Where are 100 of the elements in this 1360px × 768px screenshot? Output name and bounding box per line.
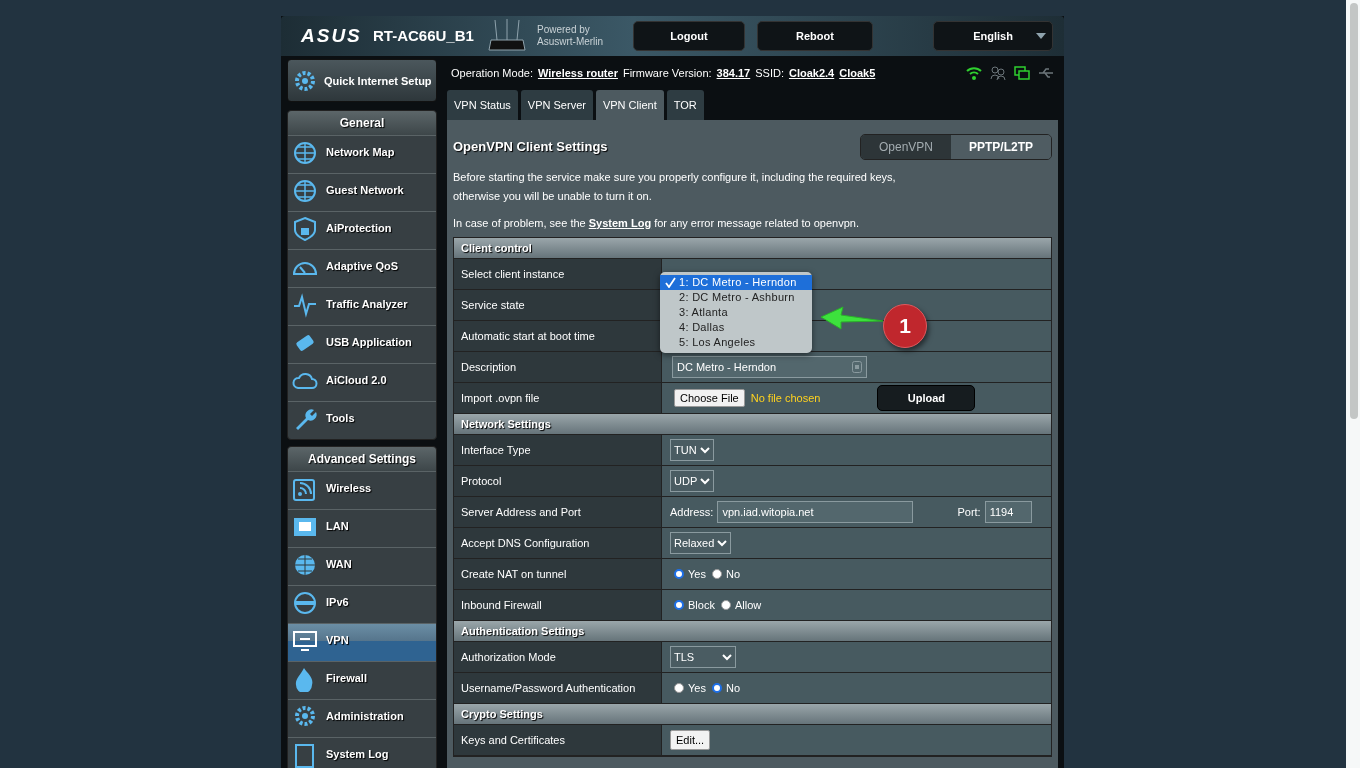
info-link[interactable]: Cloak5	[839, 64, 876, 82]
dropdown[interactable]: Relaxed	[670, 532, 732, 554]
dropdown[interactable]: TUN	[670, 439, 714, 461]
sidebar-item[interactable]: Administration	[288, 699, 436, 737]
section-title: Advanced Settings	[288, 447, 436, 471]
sidebar-item[interactable]: Traffic Analyzer	[288, 287, 436, 325]
sidebar-item[interactable]: VPN	[288, 623, 436, 661]
field-label: Description	[454, 352, 662, 382]
radio-button[interactable]	[711, 569, 722, 579]
info-label: SSID:	[755, 65, 784, 81]
field-label: Create NAT on tunnel	[454, 559, 662, 589]
radio-button[interactable]	[674, 600, 684, 610]
field-label: Inbound Firewall	[454, 590, 662, 620]
edit-button[interactable]: Edit...	[670, 730, 711, 750]
powered-by-text: Powered by	[537, 24, 591, 36]
quick-setup-button[interactable]: Quick Internet Setup	[287, 59, 437, 102]
monitor-icon	[292, 628, 318, 654]
port-field[interactable]: 1194	[984, 501, 1032, 523]
info-link[interactable]: 384.17	[716, 64, 751, 82]
usb-icon	[1038, 66, 1054, 80]
radio-button[interactable]	[674, 569, 684, 579]
field-label: Protocol	[454, 466, 662, 496]
mode-toggle[interactable]: OpenVPN	[860, 135, 951, 159]
choose-file-button[interactable]: Choose File	[674, 389, 745, 407]
reboot-button[interactable]: Reboot	[757, 21, 873, 51]
intro-text: Before starting the service make sure you properly configure it, including the required keys,	[453, 170, 897, 185]
menu-option[interactable]: 2: DC Metro - Ashburn	[660, 290, 812, 305]
logout-button[interactable]: Logout	[633, 21, 745, 51]
wireless-icon	[292, 476, 318, 502]
model-name: RT-AC66U_B1	[373, 25, 475, 46]
field-label: Automatic start at boot time	[454, 321, 662, 351]
section-header: Crypto Settings	[454, 704, 1051, 725]
menu-option[interactable]: 1: DC Metro - Herndon	[660, 275, 812, 290]
radio-button[interactable]	[720, 600, 731, 610]
intro-text: otherwise you will be unable to turn it on.	[453, 189, 653, 204]
menu-option[interactable]: 5: Los Angeles	[660, 335, 812, 350]
language-select[interactable]: English	[933, 21, 1053, 51]
menu-option[interactable]: 4: Dallas	[660, 320, 812, 335]
section-heading: OpenVPN Client Settings	[453, 138, 608, 157]
radio-button[interactable]	[674, 683, 684, 693]
info-label: Firmware Version:	[622, 65, 712, 81]
sidebar-item[interactable]: AiCloud 2.0	[288, 363, 436, 401]
sidebar-item[interactable]: Guest Network	[288, 173, 436, 211]
sidebar-item[interactable]: Network Map	[288, 135, 436, 173]
info-link[interactable]: Wireless router	[537, 64, 618, 82]
radio-label: No	[725, 680, 740, 696]
sidebar-item[interactable]: WAN	[288, 547, 436, 585]
help-text: In case of problem, see the System Log for any error message related to openvpn.	[453, 216, 860, 231]
scrollbar[interactable]	[1350, 3, 1358, 419]
field-label: Accept DNS Configuration	[454, 528, 662, 558]
chevron-icon	[722, 653, 732, 661]
field-label: Select client instance	[454, 259, 662, 289]
radio-label: Yes	[688, 680, 706, 696]
section-header: Authentication Settings	[454, 621, 1051, 642]
port-label: Port:	[957, 504, 981, 520]
sidebar-item[interactable]: Firewall	[288, 661, 436, 699]
sidebar-item[interactable]: System Log	[288, 737, 436, 768]
tab[interactable]: VPN Status	[447, 90, 518, 120]
section-header: Client control	[454, 238, 1051, 259]
field-label: Keys and Certificates	[454, 725, 662, 755]
text-field[interactable]: DC Metro - Herndon	[672, 356, 867, 378]
chevron-icon	[700, 477, 711, 485]
wifi-icon	[966, 66, 982, 80]
chevron-icon	[699, 446, 710, 454]
info-label: Operation Mode:	[451, 65, 533, 81]
arrow-icon	[819, 303, 885, 333]
sidebar-item[interactable]: Tools	[288, 401, 436, 439]
radio-button[interactable]	[711, 683, 722, 693]
radio-label: Yes	[688, 566, 706, 582]
sidebar-item[interactable]: Wireless	[288, 471, 436, 509]
sidebar-item[interactable]: LAN	[288, 509, 436, 547]
field-label: Service state	[454, 290, 662, 320]
caret-icon	[1036, 33, 1046, 39]
address-label: Address:	[670, 504, 714, 520]
field-label: Server Address and Port	[454, 497, 662, 527]
tab[interactable]: VPN Server	[520, 90, 593, 120]
router-icon	[487, 18, 527, 54]
section-header: Network Settings	[454, 414, 1051, 435]
tab[interactable]: VPN Client	[595, 90, 664, 120]
field-label: Authorization Mode	[454, 642, 662, 672]
checkmark-icon	[665, 277, 676, 288]
upload-button[interactable]: Upload	[877, 385, 976, 411]
dropdown[interactable]: UDP	[670, 470, 715, 492]
field-label: Interface Type	[454, 435, 662, 465]
dropdown[interactable]: TLS	[670, 646, 736, 668]
sidebar-item[interactable]: Adaptive QoS	[288, 249, 436, 287]
field-label: Username/Password Authentication	[454, 673, 662, 703]
key-icon	[852, 361, 862, 373]
tab[interactable]: TOR	[666, 90, 704, 120]
chevron-icon	[717, 539, 728, 547]
monitor-icon	[1014, 66, 1030, 80]
sidebar-item[interactable]: USB Application	[288, 325, 436, 363]
sidebar-item[interactable]: AiProtection	[288, 211, 436, 249]
menu-option[interactable]: 3: Atlanta	[660, 305, 812, 320]
file-status: No file chosen	[750, 390, 821, 406]
info-link[interactable]: Cloak2.4	[788, 64, 835, 82]
firmware-name: Asuswrt-Merlin	[537, 36, 605, 48]
radio-label: Allow	[734, 597, 762, 613]
address-field[interactable]: vpn.iad.witopia.net	[717, 501, 914, 523]
system-log-link[interactable]: System Log	[588, 217, 652, 229]
